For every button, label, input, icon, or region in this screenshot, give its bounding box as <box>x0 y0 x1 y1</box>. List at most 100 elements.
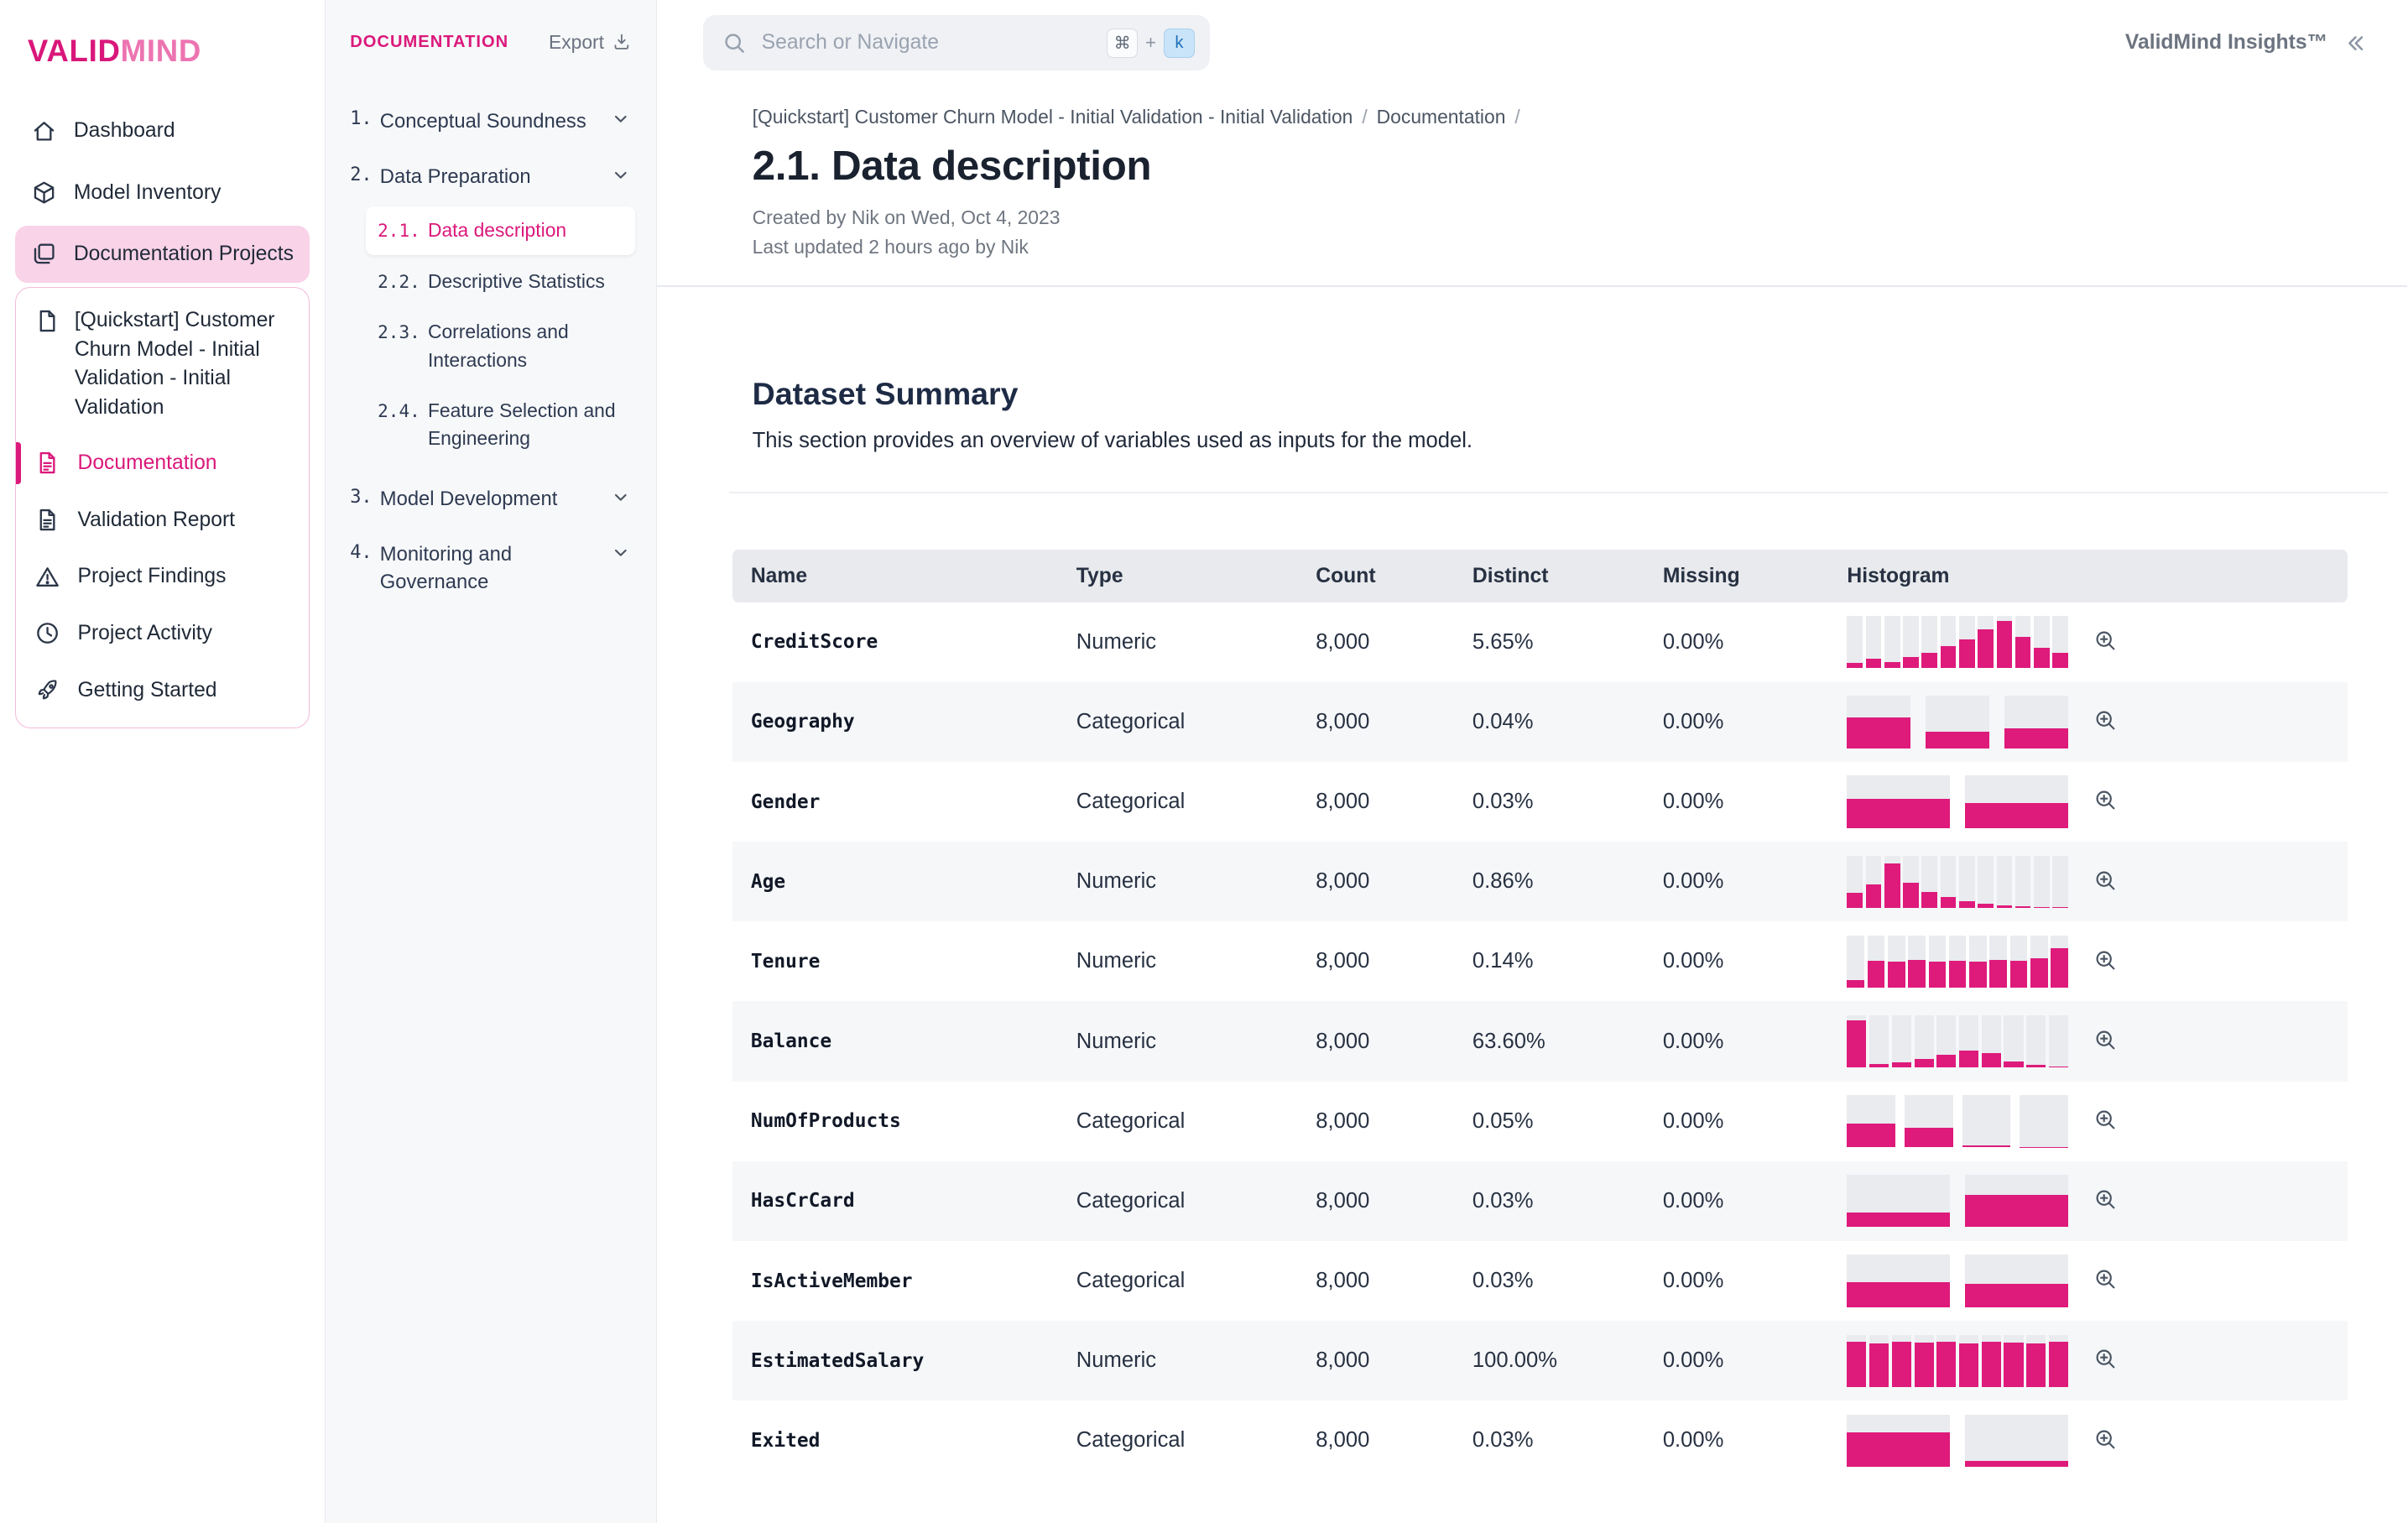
histogram-bar <box>1959 901 1975 907</box>
histogram-bin <box>2052 616 2068 668</box>
cell-type: Numeric <box>1058 630 1297 655</box>
cell-histogram <box>1828 936 2071 988</box>
cell-missing: 0.00% <box>1644 1269 1829 1293</box>
histogram-bin <box>2026 1335 2046 1387</box>
doc-tree: 1.Conceptual Soundness2.Data Preparation… <box>347 93 635 610</box>
doc-section-conceptual-soundness[interactable]: 1.Conceptual Soundness <box>347 93 635 149</box>
histogram-bin <box>1959 616 1975 668</box>
histogram-bin <box>1941 856 1957 908</box>
histogram-bin <box>2034 616 2050 668</box>
search-input[interactable] <box>762 31 1093 55</box>
histogram-bin <box>1869 1015 1889 1067</box>
expand-histogram-button[interactable] <box>2090 1343 2122 1375</box>
histogram-bin <box>1926 696 1989 748</box>
histogram-bin <box>1978 616 1994 668</box>
cell-distinct: 0.14% <box>1454 949 1644 973</box>
histogram <box>1847 1415 2068 1467</box>
table-row-hascrcard: HasCrCardCategorical8,0000.03%0.00% <box>732 1161 2348 1241</box>
created-by-text: Created by Nik on Wed, Oct 4, 2023 <box>753 203 2366 232</box>
expand-histogram-button[interactable] <box>2090 785 2122 816</box>
histogram-bin <box>1847 1415 1950 1467</box>
histogram-bar <box>1866 884 1882 908</box>
doc-section-model-development[interactable]: 3.Model Development <box>347 471 635 526</box>
expand-histogram-button[interactable] <box>2090 624 2122 656</box>
histogram-bin <box>2049 1335 2068 1387</box>
cell-type: Categorical <box>1058 1189 1297 1213</box>
table-row-numofproducts: NumOfProductsCategorical8,0000.05%0.00% <box>732 1082 2348 1161</box>
expand-histogram-button[interactable] <box>2090 944 2122 976</box>
histogram-bin <box>1929 936 1947 988</box>
histogram-bar <box>1982 1053 2001 1067</box>
doc-item-correlations-and-interactions[interactable]: 2.3.Correlations and Interactions <box>366 308 635 385</box>
breadcrumb-link[interactable]: Documentation <box>1377 106 1506 128</box>
histogram-bin <box>1982 1335 2001 1387</box>
column-header-distinct: Distinct <box>1454 565 1644 588</box>
table-row-gender: GenderCategorical8,0000.03%0.00% <box>732 762 2348 842</box>
doc-section-data-preparation[interactable]: 2.Data Preparation <box>347 149 635 204</box>
zoom-in-icon <box>2093 1027 2119 1053</box>
cell-missing: 0.00% <box>1644 949 1829 973</box>
histogram-bar <box>1868 961 1885 988</box>
sidebar-item-documentation-projects[interactable]: Documentation Projects <box>15 226 309 283</box>
histogram-bar <box>2052 653 2068 669</box>
expand-histogram-button[interactable] <box>2090 1423 2122 1455</box>
project-nav-validation-report[interactable]: Validation Report <box>16 492 308 549</box>
cell-type: Numeric <box>1058 869 1297 894</box>
doc-item-feature-selection-and-engineering[interactable]: 2.4.Feature Selection and Engineering <box>366 386 635 463</box>
validmind-logo[interactable]: VALIDMIND <box>15 31 309 103</box>
expand-histogram-button[interactable] <box>2090 864 2122 896</box>
histogram-bar <box>2030 958 2048 988</box>
histogram-bin <box>2020 1095 2068 1147</box>
project-nav-documentation[interactable]: Documentation <box>16 435 308 492</box>
search-bar[interactable]: ⌘ + k <box>703 15 1210 70</box>
histogram-bar <box>2049 1342 2068 1387</box>
expand-histogram-button[interactable] <box>2090 705 2122 737</box>
histogram-bar <box>1929 962 1947 988</box>
chevron-down-icon <box>610 108 632 130</box>
expand-histogram-button[interactable] <box>2090 1264 2122 1296</box>
histogram-bar <box>1903 883 1919 908</box>
column-header-type: Type <box>1058 565 1297 588</box>
table-row-age: AgeNumeric8,0000.86%0.00% <box>732 842 2348 921</box>
insights-toggle[interactable]: ValidMind Insights™ <box>2125 30 2368 56</box>
histogram-bin <box>1915 1335 1934 1387</box>
doc-item-label: Descriptive Statistics <box>428 268 623 295</box>
project-nav-project-findings[interactable]: Project Findings <box>16 548 308 605</box>
project-nav-getting-started[interactable]: Getting Started <box>16 662 308 719</box>
histogram-bin <box>2004 1015 2023 1067</box>
project-title-item[interactable]: [Quickstart] Customer Churn Model - Init… <box>16 306 308 435</box>
zoom-in-icon <box>2093 707 2119 733</box>
topbar: ⌘ + k ValidMind Insights™ <box>657 0 2407 86</box>
doc-item-descriptive-statistics[interactable]: 2.2.Descriptive Statistics <box>366 257 635 306</box>
doc-section-monitoring-and-governance[interactable]: 4.Monitoring and Governance <box>347 527 635 611</box>
export-button[interactable]: Export <box>549 31 632 54</box>
histogram-bar <box>2010 961 2028 988</box>
sidebar-item-model-inventory[interactable]: Model Inventory <box>15 164 309 222</box>
expand-histogram-button[interactable] <box>2090 1103 2122 1135</box>
cell-distinct: 100.00% <box>1454 1348 1644 1373</box>
cell-count: 8,000 <box>1297 1030 1454 1054</box>
project-card-nav: DocumentationValidation Report Project Fi… <box>16 435 308 719</box>
histogram-bar <box>1847 1282 1950 1307</box>
sidebar-item-dashboard[interactable]: Dashboard <box>15 103 309 160</box>
section-number: 1. <box>350 108 372 129</box>
histogram-bin <box>1847 616 1863 668</box>
page-divider <box>657 285 2407 287</box>
histogram-bin <box>1936 1015 1956 1067</box>
cell-distinct: 0.03% <box>1454 1428 1644 1453</box>
app-root: VALIDMIND DashboardModel InventoryDocume… <box>0 0 2407 1523</box>
expand-histogram-button[interactable] <box>2090 1183 2122 1215</box>
breadcrumb-separator: / <box>1362 106 1367 128</box>
histogram-bar <box>1847 1432 1950 1467</box>
cell-missing: 0.00% <box>1644 1428 1829 1453</box>
table-row-creditscore: CreditScoreNumeric8,0005.65%0.00% <box>732 602 2348 682</box>
cell-actions <box>2072 624 2348 660</box>
project-nav-project-activity[interactable]: Project Activity <box>16 605 308 662</box>
doc-item-data-description[interactable]: 2.1.Data description <box>366 206 635 256</box>
breadcrumb-link[interactable]: [Quickstart] Customer Churn Model - Init… <box>753 106 1353 128</box>
project-nav-label: Project Activity <box>77 622 212 645</box>
project-nav-label: Project Findings <box>77 565 226 588</box>
expand-histogram-button[interactable] <box>2090 1024 2122 1056</box>
cell-name: Gender <box>732 791 1058 813</box>
doc-nav-header: DOCUMENTATION Export <box>347 31 635 54</box>
